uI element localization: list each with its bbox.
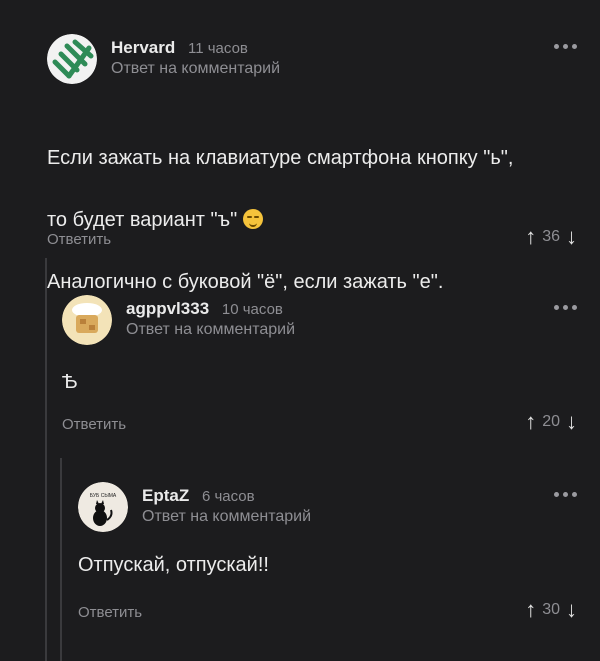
rating-block: ↑ 36 ↓ <box>525 226 577 248</box>
comment-time: 11 часов <box>188 40 248 57</box>
avatar[interactable] <box>62 295 112 345</box>
reply-button[interactable]: Ответить <box>62 416 126 433</box>
author-name[interactable]: Hervard 11 часов <box>111 38 248 58</box>
comment-text: Ѣ <box>62 371 78 393</box>
rating-value: 36 <box>542 228 560 245</box>
comment-line: то будет вариант "ъ" <box>47 205 577 236</box>
reply-to-link[interactable]: Ответ на комментарий <box>111 60 280 78</box>
comment: agppvl333 10 часов Ответ на комментарий … <box>62 295 577 445</box>
more-dots-icon[interactable] <box>554 44 577 49</box>
comment-time: 10 часов <box>221 301 283 318</box>
avatar[interactable] <box>47 34 97 84</box>
reply-button[interactable]: Ответить <box>78 604 142 621</box>
avatar-image-icon <box>62 295 112 345</box>
rating-block: ↑ 20 ↓ <box>525 411 577 433</box>
arrow-up-icon[interactable]: ↑ <box>525 411 536 433</box>
comment-text: Отпускай, отпускай!! <box>78 554 269 576</box>
comment: Hervard 11 часов Ответ на комментарий Ес… <box>47 34 577 293</box>
rating-block: ↑ 30 ↓ <box>525 599 577 621</box>
arrow-up-icon[interactable]: ↑ <box>525 599 536 621</box>
smirk-emoji-icon <box>243 209 264 229</box>
rating-value: 30 <box>542 601 560 618</box>
comment-header: Hervard 11 часов Ответ на комментарий <box>47 34 577 84</box>
comment-header: agppvl333 10 часов Ответ на комментарий <box>62 295 577 345</box>
more-dots-icon[interactable] <box>554 492 577 497</box>
avatar[interactable]: БУБ СЫМА <box>78 482 128 532</box>
thread-line <box>60 458 62 661</box>
comment-header: БУБ СЫМА EptaZ 6 часов Ответ на коммента… <box>78 482 577 532</box>
rating-value: 20 <box>542 413 560 430</box>
author-name[interactable]: agppvl333 10 часов <box>126 299 283 319</box>
comment-line-text: то будет вариант "ъ" <box>47 209 238 231</box>
arrow-down-icon[interactable]: ↓ <box>566 599 577 621</box>
author-name-text: EptaZ <box>142 486 190 505</box>
comment: БУБ СЫМА EptaZ 6 часов Ответ на коммента… <box>78 482 577 632</box>
more-dots-icon[interactable] <box>554 305 577 310</box>
avatar-caption: БУБ СЫМА <box>90 493 117 499</box>
arrow-down-icon[interactable]: ↓ <box>566 411 577 433</box>
author-name[interactable]: EptaZ 6 часов <box>142 486 255 506</box>
reply-button[interactable]: Ответить <box>47 231 111 248</box>
author-name-text: Hervard <box>111 38 176 57</box>
arrow-down-icon[interactable]: ↓ <box>566 226 577 248</box>
arrow-up-icon[interactable]: ↑ <box>525 226 536 248</box>
author-name-text: agppvl333 <box>126 299 210 318</box>
reply-to-link[interactable]: Ответ на комментарий <box>126 321 295 339</box>
avatar-cat-icon: БУБ СЫМА <box>78 482 128 532</box>
reply-to-link[interactable]: Ответ на комментарий <box>142 508 311 526</box>
comment-line: Аналогично с буковой "ё", если зажать "е… <box>47 271 444 293</box>
comment-time: 6 часов <box>201 488 255 505</box>
comment-line: Если зажать на клавиатуре смартфона кноп… <box>47 147 514 169</box>
avatar-logo-icon <box>47 34 97 84</box>
